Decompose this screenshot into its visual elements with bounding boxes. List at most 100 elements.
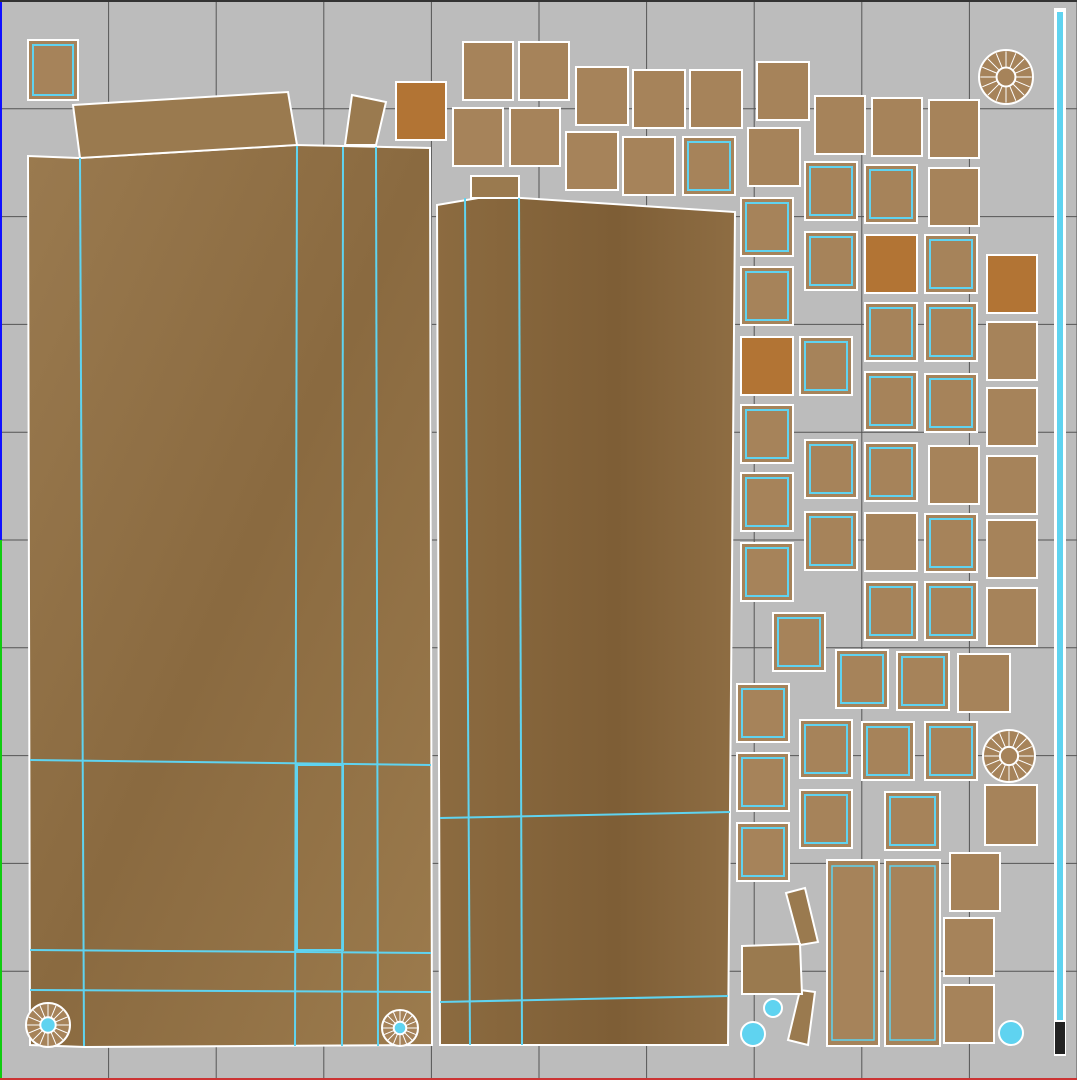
uv-island-tile[interactable] [756,61,810,121]
uv-island-tile[interactable] [740,404,794,464]
tile-shape [943,984,995,1044]
tile-shape [804,161,858,221]
uv-island-tile[interactable] [518,41,570,101]
scrollbar-end [1055,1022,1065,1054]
uv-island-tile[interactable] [736,683,790,743]
uv-island-tile[interactable] [509,107,561,167]
uv-island-tile[interactable] [864,581,918,641]
uv-island-tile[interactable] [632,69,686,129]
uv-island-tile[interactable] [689,69,743,129]
uv-island-tile[interactable] [986,254,1038,314]
uv-island-tall-strip[interactable] [884,859,941,1047]
uv-island-tile[interactable] [736,822,790,882]
circle-island-icon[interactable] [740,1021,766,1047]
uv-island-tall-strip[interactable] [826,859,880,1047]
uv-canvas[interactable] [0,0,1077,1080]
uv-island-tile[interactable] [740,197,794,257]
tile-shape [689,69,743,129]
tile-shape [565,131,619,191]
uv-island-tile[interactable] [924,513,978,573]
uv-island-tile[interactable] [864,234,918,294]
uv-island-tile[interactable] [622,136,676,196]
uv-island-tile[interactable] [949,852,1001,912]
tile-shape [864,371,918,431]
uv-island-tile[interactable] [957,653,1011,713]
uv-island-tile[interactable] [835,649,889,709]
uv-island-tile[interactable] [928,445,980,505]
uv-island-tile[interactable] [27,39,79,101]
uv-island-tile[interactable] [804,511,858,571]
uv-island-tile[interactable] [462,41,514,101]
uv-editor-viewport[interactable] [0,0,1077,1080]
circle-outer [763,998,783,1018]
island-shape [26,143,434,1049]
uv-island-left-panel[interactable] [26,90,434,1049]
tile-shape [740,336,794,396]
uv-island-tile[interactable] [740,266,794,326]
uv-island-center-panel[interactable] [435,175,737,1046]
uv-island-tile[interactable] [804,439,858,499]
uv-island-tile[interactable] [943,917,995,977]
island-tab [470,175,520,199]
uv-island-tile[interactable] [896,651,950,711]
uv-island-tile[interactable] [864,512,918,572]
circle-island-icon[interactable] [25,1002,71,1048]
uv-island-tile[interactable] [871,97,923,157]
uv-island-tile[interactable] [986,519,1038,579]
circle-island-icon[interactable] [978,49,1034,105]
tile-shape [740,266,794,326]
tile-shape [864,302,918,362]
uv-island-tile[interactable] [804,161,858,221]
uv-island-tile[interactable] [928,167,980,227]
circle-island-icon[interactable] [998,1020,1024,1046]
tile-shape [986,387,1038,447]
tile-shape [756,61,810,121]
uv-island-tile[interactable] [924,581,978,641]
tile-shape [622,136,676,196]
uv-island-tile[interactable] [864,442,918,502]
uv-island-tile[interactable] [986,455,1038,515]
uv-island-tile[interactable] [682,136,736,196]
uv-island-tile[interactable] [575,66,629,126]
uv-island-tile[interactable] [864,164,918,224]
uv-island-tile[interactable] [740,542,794,602]
uv-island-tile[interactable] [924,373,978,433]
uv-island-tile[interactable] [864,371,918,431]
uv-island-tile[interactable] [740,336,794,396]
uv-island-tile[interactable] [884,791,941,851]
uv-island-tile[interactable] [747,127,801,187]
circle-island-icon[interactable] [381,1009,419,1047]
circle-inner [995,66,1017,88]
uv-island-tile[interactable] [799,336,853,396]
uv-island-tile[interactable] [864,302,918,362]
uv-island-tile[interactable] [928,99,980,159]
uv-island-tile[interactable] [452,107,504,167]
uv-island-tile[interactable] [924,721,978,781]
uv-island-tile[interactable] [924,234,978,294]
uv-island-tile[interactable] [943,984,995,1044]
tile-shape [462,41,514,101]
uv-island-tile[interactable] [736,752,790,812]
uv-island-tile[interactable] [986,587,1038,647]
uv-island-tile[interactable] [986,387,1038,447]
uv-island-tile[interactable] [986,321,1038,381]
uv-island-tile[interactable] [740,472,794,532]
uv-island-tile[interactable] [814,95,866,155]
circle-island-icon[interactable] [982,729,1036,783]
tile-shape [740,404,794,464]
circle-island-icon[interactable] [763,998,783,1018]
scrollbar-thumb[interactable] [1057,12,1063,1020]
uv-island-tile[interactable] [565,131,619,191]
vertical-scrollbar[interactable] [1054,8,1066,1056]
uv-island-tile[interactable] [861,721,915,781]
uv-island-tile[interactable] [799,789,853,849]
tile-shape [804,439,858,499]
uv-island-tile[interactable] [395,81,447,141]
tile-shape [682,136,736,196]
uv-island-tile[interactable] [799,719,853,779]
uv-island-tile[interactable] [984,784,1038,846]
uv-island-tile[interactable] [924,302,978,362]
uv-island-tile[interactable] [772,612,826,672]
uv-island-tile[interactable] [804,231,858,291]
tile-shape [871,97,923,157]
